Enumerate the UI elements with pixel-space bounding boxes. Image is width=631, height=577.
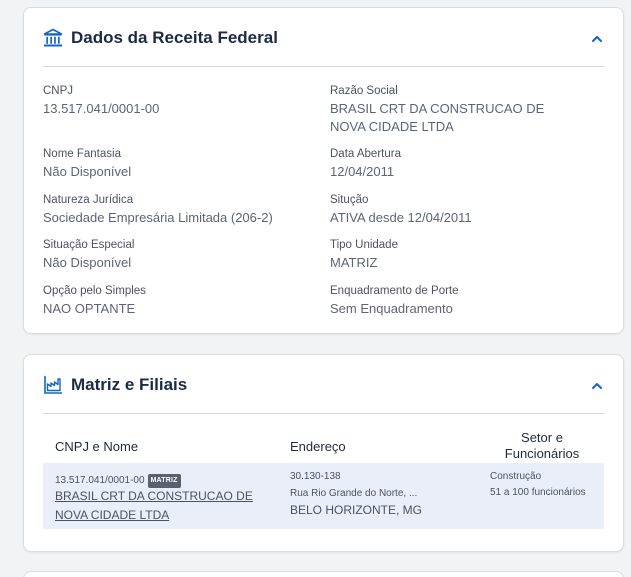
field-situacao: Situção ATIVA desde 12/04/2011 [330, 193, 580, 227]
row-cidade: BELO HORIZONTE, MG [290, 503, 423, 517]
field-value: Sociedade Empresária Limitada (206-2) [43, 210, 273, 225]
matriz-badge: MATRIZ [147, 474, 181, 488]
field-value: ATIVA desde 12/04/2011 [330, 210, 472, 225]
row-cnpj-text: 13.517.041/0001-00 [55, 475, 145, 486]
receita-card-title: Dados da Receita Federal [71, 28, 278, 47]
field-value: Não Disponível [43, 164, 132, 179]
field-value: Sem Enquadramento [330, 301, 453, 316]
field-label: Enquadramento de Porte [330, 285, 459, 297]
field-label: Situação Especial [43, 239, 135, 251]
field-label: Natureza Jurídica [43, 194, 134, 206]
field-label: Razão Social [330, 85, 398, 97]
field-cnpj: CNPJ 13.517.041/0001-00 [43, 84, 303, 118]
row-rua: Rua Rio Grande do Norte, ... [290, 488, 418, 499]
field-nome-fantasia: Nome Fantasia Não Disponível [43, 147, 303, 181]
field-situacao-especial: Situação Especial Não Disponível [43, 238, 303, 272]
field-value: BRASIL CRT DA CONSTRUCAO DE NOVA CIDADE … [330, 101, 545, 134]
factory-chart-icon [44, 375, 63, 394]
table-row[interactable]: 13.517.041/0001-00 MATRIZ BRASIL CRT DA C… [43, 463, 604, 529]
matriz-card-header[interactable]: Matriz e Filiais [43, 355, 604, 414]
next-card [23, 571, 624, 577]
chevron-up-icon[interactable] [590, 32, 604, 46]
column-header-setor: Setor e Funcionários [504, 430, 580, 461]
field-opcao-simples: Opção pelo Simples NAO OPTANTE [43, 284, 303, 318]
receita-card-header[interactable]: Dados da Receita Federal [43, 8, 604, 67]
field-label: Data Abertura [330, 148, 401, 160]
field-enquadramento-porte: Enquadramento de Porte Sem Enquadramento [330, 284, 580, 318]
company-name-link[interactable]: BRASIL CRT DA CONSTRUCAO DE NOVA CIDADE … [55, 487, 255, 525]
field-label: Tipo Unidade [330, 239, 398, 251]
field-data-abertura: Data Abertura 12/04/2011 [330, 147, 580, 181]
receita-card: Dados da Receita Federal CNPJ 13.517.041… [23, 7, 624, 334]
matriz-card: Matriz e Filiais CNPJ e Nome Endereço Se… [23, 354, 624, 552]
field-razao-social: Razão Social BRASIL CRT DA CONSTRUCAO DE… [330, 84, 580, 136]
row-cep: 30.130-138 [290, 471, 341, 482]
field-value: MATRIZ [330, 255, 378, 270]
field-natureza-juridica: Natureza Jurídica Sociedade Empresária L… [43, 193, 313, 227]
field-label: CNPJ [43, 85, 74, 97]
bank-icon [43, 28, 63, 47]
row-funcionarios: 51 a 100 funcionários [490, 487, 586, 498]
row-setor: Construção [490, 471, 542, 482]
matriz-card-title: Matriz e Filiais [71, 375, 188, 394]
field-value: 13.517.041/0001-00 [43, 101, 160, 116]
field-tipo-unidade: Tipo Unidade MATRIZ [330, 238, 580, 272]
field-label: Situção [330, 194, 369, 206]
row-cnpj: 13.517.041/0001-00 MATRIZ [55, 474, 181, 488]
field-label: Nome Fantasia [43, 148, 121, 160]
field-value: Não Disponível [43, 255, 132, 270]
column-header-endereco: Endereço [290, 439, 346, 454]
column-header-cnpj-nome: CNPJ e Nome [55, 439, 139, 454]
field-value: 12/04/2011 [330, 164, 395, 179]
field-label: Opção pelo Simples [43, 285, 146, 297]
chevron-up-icon[interactable] [590, 379, 604, 393]
field-value: NAO OPTANTE [43, 301, 136, 316]
